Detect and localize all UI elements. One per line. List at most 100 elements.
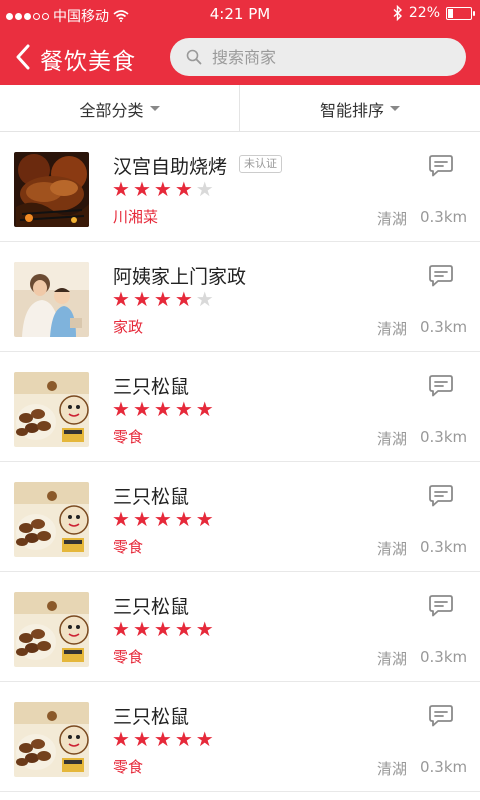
star-rating: ★ ★ ★ ★ ★ [112,509,214,529]
star-rating: ★ ★ ★ ★ ★ [112,729,214,749]
merchant-distance: 0.3km [420,648,468,666]
merchant-name: 三只松鼠 [113,376,190,398]
merchant-row[interactable]: 汉宫自助烧烤 ★ ★ ★ ★ ★ 川湘菜 清湖 0.3km 未认证 [0,132,480,242]
star-filled-icon: ★ [112,287,130,311]
merchant-distance: 0.3km [420,758,468,776]
merchant-name: 汉宫自助烧烤 [113,156,228,178]
star-filled-icon: ★ [153,177,172,201]
star-filled-icon: ★ [132,617,151,641]
search-bar[interactable] [170,38,466,76]
star-filled-icon: ★ [112,727,130,751]
merchant-name: 阿姨家上门家政 [113,266,247,288]
message-icon[interactable] [428,594,454,618]
merchant-row[interactable]: 三只松鼠 ★ ★ ★ ★ ★ 零食 清湖 0.3km [0,682,480,792]
message-icon[interactable] [428,154,454,178]
star-filled-icon: ★ [132,727,151,751]
star-empty-icon: ★ [195,177,214,201]
merchant-thumbnail [14,152,89,227]
merchant-category: 零食 [113,648,144,666]
merchant-thumbnail [14,482,89,557]
merchant-distance: 0.3km [420,538,468,556]
star-filled-icon: ★ [132,287,151,311]
merchant-category: 零食 [113,758,144,776]
search-input[interactable] [212,47,452,67]
star-filled-icon: ★ [153,397,172,421]
merchant-district: 清湖 [377,540,408,558]
merchant-name: 三只松鼠 [113,706,190,728]
merchant-row[interactable]: 阿姨家上门家政 ★ ★ ★ ★ ★ 家政 清湖 0.3km [0,242,480,352]
star-empty-icon: ★ [195,287,214,311]
star-filled-icon: ★ [153,727,172,751]
merchant-thumbnail [14,372,89,447]
star-filled-icon: ★ [132,397,151,421]
status-right: 22% [393,5,475,21]
back-arrow-icon [16,44,30,70]
star-rating: ★ ★ ★ ★ ★ [112,289,214,309]
merchant-district: 清湖 [377,430,408,448]
star-filled-icon: ★ [195,507,214,531]
status-bar: 中国移动 4:21 PM 22% [0,0,480,30]
message-icon[interactable] [428,484,454,508]
message-icon[interactable] [428,704,454,728]
sort-filter-label: 智能排序 [319,100,384,120]
star-filled-icon: ★ [112,177,130,201]
star-filled-icon: ★ [195,397,214,421]
merchant-distance: 0.3km [420,318,468,336]
merchant-name: 三只松鼠 [113,486,190,508]
category-filter[interactable]: 全部分类 [0,85,240,132]
star-filled-icon: ★ [112,397,130,421]
message-icon[interactable] [428,374,454,398]
star-filled-icon: ★ [174,397,193,421]
message-icon[interactable] [428,264,454,288]
merchant-category: 川湘菜 [113,208,159,226]
star-filled-icon: ★ [174,287,193,311]
bluetooth-icon [393,5,402,21]
star-filled-icon: ★ [174,507,193,531]
merchant-category: 零食 [113,538,144,556]
star-filled-icon: ★ [153,287,172,311]
merchant-thumbnail [14,702,89,777]
merchant-district: 清湖 [377,760,408,778]
merchant-name: 三只松鼠 [113,596,190,618]
merchant-district: 清湖 [377,210,408,228]
category-filter-label: 全部分类 [79,100,144,120]
star-filled-icon: ★ [195,617,214,641]
merchant-district: 清湖 [377,650,408,668]
caret-down-icon [149,106,160,111]
merchant-category: 家政 [113,318,144,336]
sort-filter[interactable]: 智能排序 [240,85,480,132]
merchant-distance: 0.3km [420,428,468,446]
star-filled-icon: ★ [174,617,193,641]
star-filled-icon: ★ [132,507,151,531]
merchant-row[interactable]: 三只松鼠 ★ ★ ★ ★ ★ 零食 清湖 0.3km [0,352,480,462]
unverified-badge: 未认证 [239,155,282,173]
star-rating: ★ ★ ★ ★ ★ [112,619,214,639]
star-filled-icon: ★ [153,617,172,641]
star-filled-icon: ★ [112,617,130,641]
merchant-row[interactable]: 三只松鼠 ★ ★ ★ ★ ★ 零食 清湖 0.3km [0,462,480,572]
battery-icon [446,6,475,20]
page-title: 餐饮美食 [40,49,136,75]
star-filled-icon: ★ [195,727,214,751]
merchant-category: 零食 [113,428,144,446]
merchant-row[interactable]: 三只松鼠 ★ ★ ★ ★ ★ 零食 清湖 0.3km [0,572,480,682]
caret-down-icon [390,106,400,111]
star-rating: ★ ★ ★ ★ ★ [112,179,214,199]
star-filled-icon: ★ [112,507,130,531]
search-icon [186,49,202,65]
merchant-list: 汉宫自助烧烤 ★ ★ ★ ★ ★ 川湘菜 清湖 0.3km 未认证 阿姨家上门家政 ★ ★… [0,132,480,792]
merchant-thumbnail [14,262,89,337]
star-rating: ★ ★ ★ ★ ★ [112,399,214,419]
back-button[interactable] [10,42,36,72]
filter-bar: 全部分类 智能排序 [0,85,480,132]
star-filled-icon: ★ [174,177,193,201]
merchant-district: 清湖 [377,320,408,338]
star-filled-icon: ★ [153,507,172,531]
nav-bar: 餐饮美食 [0,30,480,85]
battery-fill [448,8,453,18]
star-filled-icon: ★ [174,727,193,751]
battery-percent: 22% [408,5,440,21]
star-filled-icon: ★ [132,177,151,201]
merchant-thumbnail [14,592,89,667]
merchant-distance: 0.3km [420,208,468,226]
